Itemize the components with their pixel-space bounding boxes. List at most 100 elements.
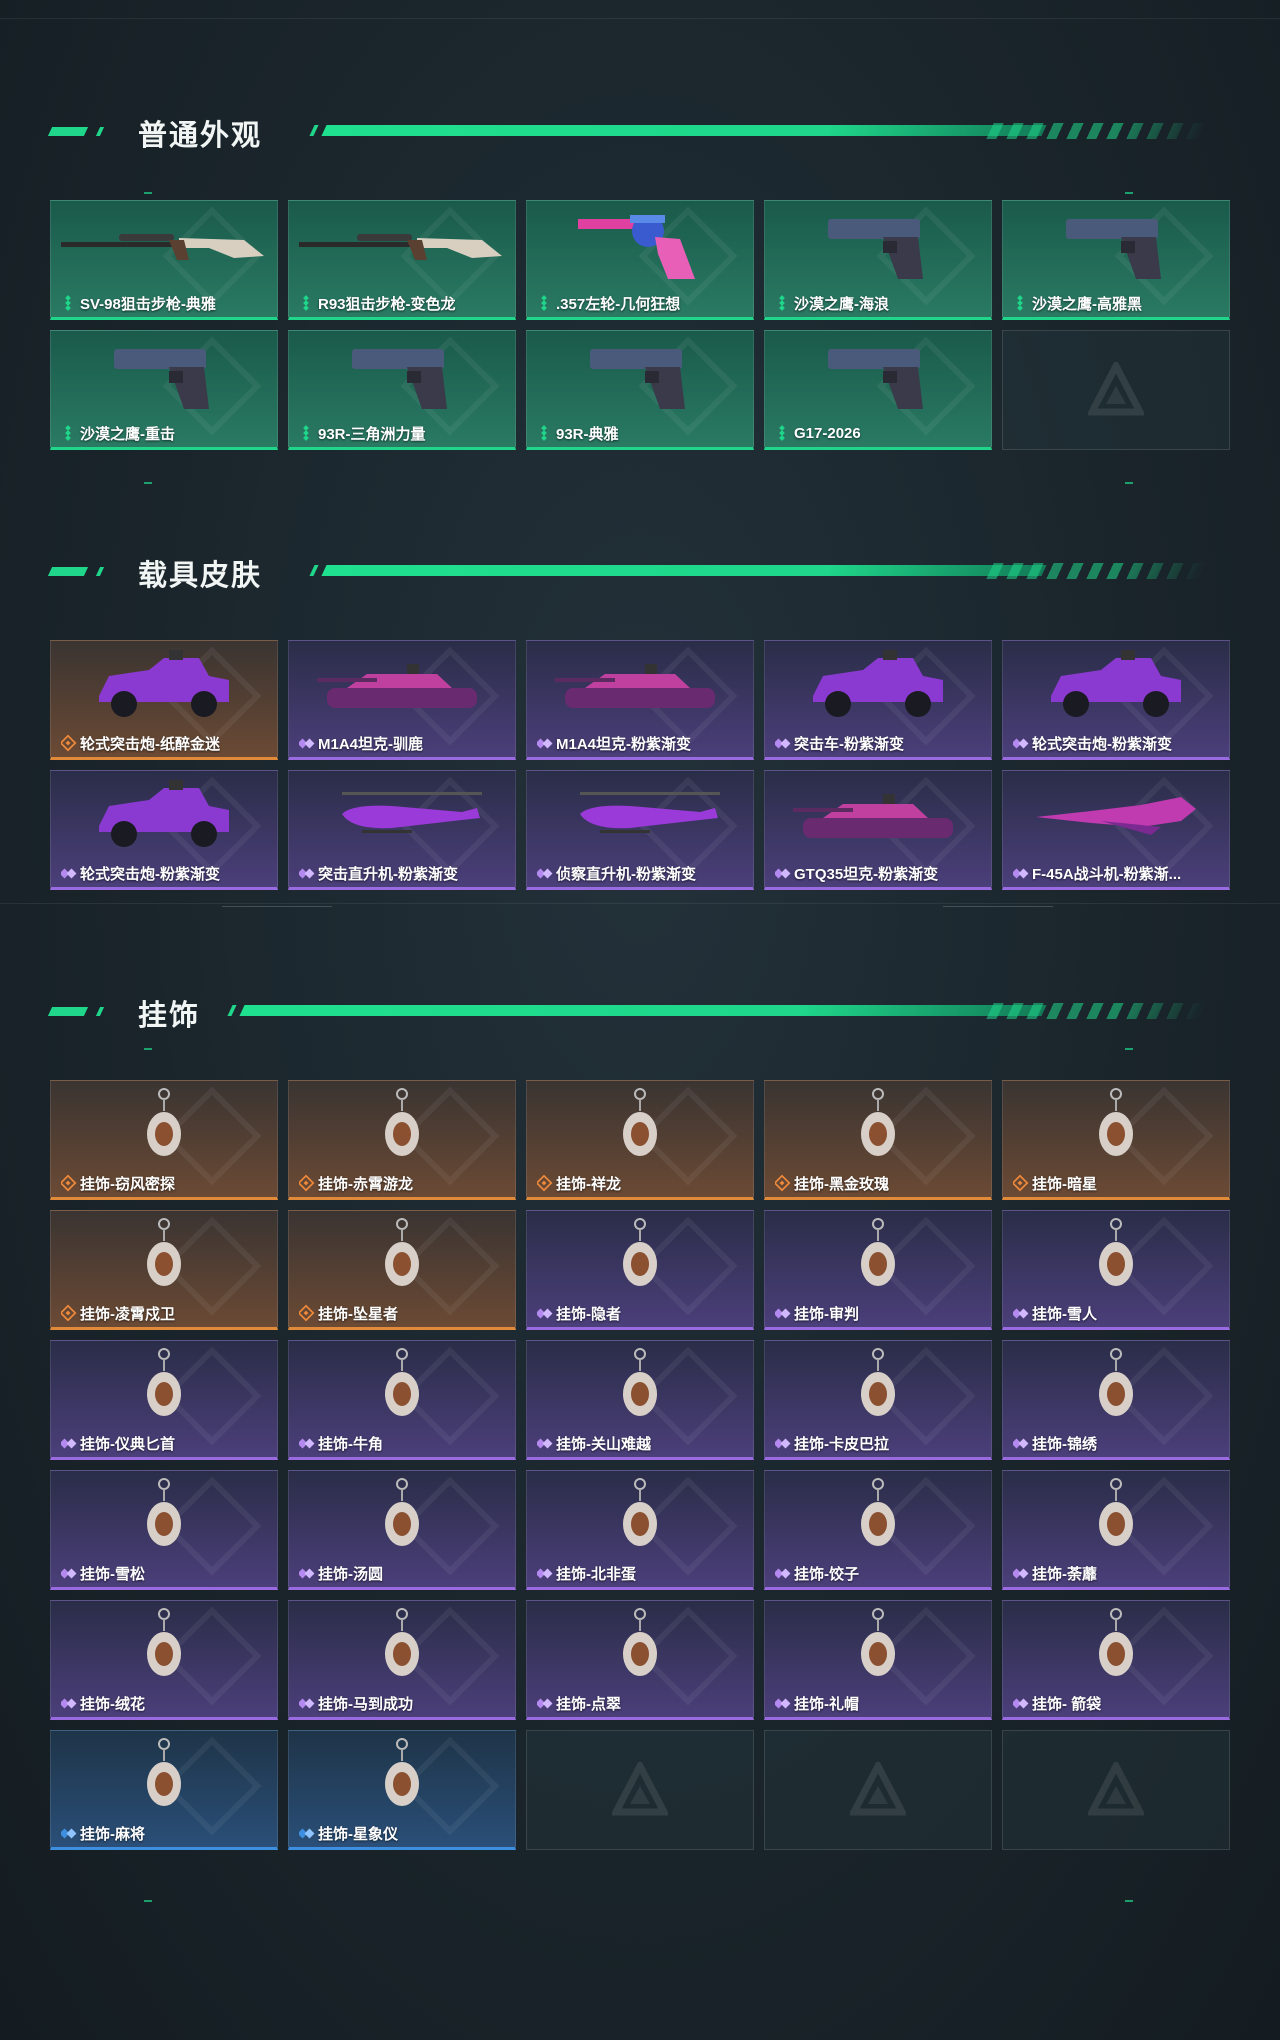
item-name: SV-98狙击步枪-典雅: [80, 295, 216, 313]
item-label-row: 挂饰-卡皮巴拉: [775, 1433, 985, 1453]
item-card[interactable]: G17-2026: [764, 330, 992, 450]
item-card[interactable]: 轮式突击炮-粉紫渐变: [50, 770, 278, 890]
item-label-row: 挂饰-牛角: [299, 1433, 509, 1453]
item-card[interactable]: 挂饰-凌霄戍卫: [50, 1210, 278, 1330]
item-card[interactable]: 轮式突击炮-纸醉金迷: [50, 640, 278, 760]
item-name: 挂饰-点翠: [556, 1695, 621, 1713]
armored-car-icon: [51, 645, 277, 727]
item-label-row: 挂饰-审判: [775, 1303, 985, 1323]
item-label-row: 挂饰-点翠: [537, 1693, 747, 1713]
item-label-row: 挂饰-暗星: [1013, 1173, 1223, 1193]
item-label-row: 挂饰-雪松: [61, 1563, 271, 1583]
item-card[interactable]: 沙漠之鹰-海浪: [764, 200, 992, 320]
item-card[interactable]: GTQ35坦克-粉紫渐变: [764, 770, 992, 890]
item-card[interactable]: 挂饰-祥龙: [526, 1080, 754, 1200]
header-accent: [47, 567, 89, 576]
header-accent: [95, 567, 105, 576]
item-card[interactable]: 挂饰-赤霄游龙: [288, 1080, 516, 1200]
header-accent: [309, 125, 319, 136]
item-card[interactable]: 挂饰-汤圆: [288, 1470, 516, 1590]
item-card[interactable]: 挂饰-麻将: [50, 1730, 278, 1850]
charm-icon: [1003, 1085, 1229, 1167]
item-label-row: R93狙击步枪-变色龙: [299, 293, 509, 313]
brand-logo-icon: [848, 1758, 908, 1818]
rarity-purple-icon: [299, 736, 313, 750]
item-card[interactable]: 挂饰-牛角: [288, 1340, 516, 1460]
charm-icon: [527, 1215, 753, 1297]
item-card[interactable]: 侦察直升机-粉紫渐变: [526, 770, 754, 890]
charm-icon: [527, 1605, 753, 1687]
item-card[interactable]: 挂饰-马到成功: [288, 1600, 516, 1720]
charm-icon: [51, 1475, 277, 1557]
item-card[interactable]: 挂饰- 箭袋: [1002, 1600, 1230, 1720]
item-card[interactable]: 挂饰-隐者: [526, 1210, 754, 1330]
item-card[interactable]: 突击车-粉紫渐变: [764, 640, 992, 760]
item-card[interactable]: 挂饰-关山难越: [526, 1340, 754, 1460]
armored-car-icon: [765, 645, 991, 727]
item-card[interactable]: F-45A战斗机-粉紫渐...: [1002, 770, 1230, 890]
item-name: R93狙击步枪-变色龙: [318, 295, 456, 313]
charm-icon: [1003, 1605, 1229, 1687]
item-label-row: 突击车-粉紫渐变: [775, 733, 985, 753]
item-name: 沙漠之鹰-重击: [80, 425, 175, 443]
corner-tick: [1125, 1048, 1133, 1050]
item-card[interactable]: 挂饰-雪人: [1002, 1210, 1230, 1330]
item-card[interactable]: 93R-三角洲力量: [288, 330, 516, 450]
item-card[interactable]: 挂饰-点翠: [526, 1600, 754, 1720]
rarity-purple-icon: [299, 1436, 313, 1450]
item-card[interactable]: 挂饰-坠星者: [288, 1210, 516, 1330]
item-card[interactable]: 挂饰-星象仪: [288, 1730, 516, 1850]
item-name: 挂饰-饺子: [794, 1565, 859, 1583]
item-card[interactable]: 突击直升机-粉紫渐变: [288, 770, 516, 890]
rarity-purple-icon: [775, 736, 789, 750]
item-card[interactable]: 轮式突击炮-粉紫渐变: [1002, 640, 1230, 760]
item-card[interactable]: 挂饰-北非蛋: [526, 1470, 754, 1590]
brand-logo-icon: [1086, 358, 1146, 418]
header-accent: [47, 1007, 89, 1016]
item-card[interactable]: .357左轮-几何狂想: [526, 200, 754, 320]
item-name: 挂饰-星象仪: [318, 1825, 398, 1843]
item-card[interactable]: 挂饰-暗星: [1002, 1080, 1230, 1200]
item-name: 挂饰-黑金玫瑰: [794, 1175, 889, 1193]
rarity-orange-icon: [537, 1174, 553, 1192]
rarity-purple-icon: [537, 1306, 551, 1320]
item-card[interactable]: SV-98狙击步枪-典雅: [50, 200, 278, 320]
header-accent: [95, 1007, 105, 1016]
item-card[interactable]: 挂饰-窃风密探: [50, 1080, 278, 1200]
item-card[interactable]: M1A4坦克-驯鹿: [288, 640, 516, 760]
empty-slot: [526, 1730, 754, 1850]
tank-icon: [289, 645, 515, 727]
item-label-row: 93R-典雅: [537, 423, 747, 443]
item-name: 挂饰-汤圆: [318, 1565, 383, 1583]
item-name: 挂饰-牛角: [318, 1435, 383, 1453]
rarity-orange-icon: [775, 1174, 791, 1192]
item-name: 挂饰-关山难越: [556, 1435, 651, 1453]
item-card[interactable]: 挂饰-卡皮巴拉: [764, 1340, 992, 1460]
item-name: 挂饰-祥龙: [556, 1175, 621, 1193]
item-card[interactable]: 沙漠之鹰-重击: [50, 330, 278, 450]
rarity-purple-icon: [537, 1696, 551, 1710]
item-name: 挂饰-暗星: [1032, 1175, 1097, 1193]
item-name: GTQ35坦克-粉紫渐变: [794, 865, 939, 883]
item-card[interactable]: 挂饰-审判: [764, 1210, 992, 1330]
item-card[interactable]: 挂饰-礼帽: [764, 1600, 992, 1720]
item-card[interactable]: 挂饰-荼蘼: [1002, 1470, 1230, 1590]
item-name: 沙漠之鹰-海浪: [794, 295, 889, 313]
item-label-row: 沙漠之鹰-高雅黑: [1013, 293, 1223, 313]
item-card[interactable]: 挂饰-雪松: [50, 1470, 278, 1590]
header-accent: [309, 565, 319, 576]
item-card[interactable]: R93狙击步枪-变色龙: [288, 200, 516, 320]
item-card[interactable]: 沙漠之鹰-高雅黑: [1002, 200, 1230, 320]
item-card[interactable]: 挂饰-锦绣: [1002, 1340, 1230, 1460]
item-grid: 挂饰-窃风密探 挂饰-赤霄游龙 挂饰-祥龙 挂饰-黑金玫瑰 挂饰-暗星 挂饰-凌霄戍卫 挂饰…: [50, 1080, 1230, 1850]
item-name: 挂饰-北非蛋: [556, 1565, 636, 1583]
item-card[interactable]: 挂饰-黑金玫瑰: [764, 1080, 992, 1200]
item-label-row: 挂饰-礼帽: [775, 1693, 985, 1713]
item-card[interactable]: 93R-典雅: [526, 330, 754, 450]
item-card[interactable]: 挂饰-饺子: [764, 1470, 992, 1590]
rarity-purple-icon: [61, 1436, 75, 1450]
item-card[interactable]: M1A4坦克-粉紫渐变: [526, 640, 754, 760]
item-card[interactable]: 挂饰-绒花: [50, 1600, 278, 1720]
item-label-row: 挂饰-星象仪: [299, 1823, 509, 1843]
item-card[interactable]: 挂饰-仪典匕首: [50, 1340, 278, 1460]
